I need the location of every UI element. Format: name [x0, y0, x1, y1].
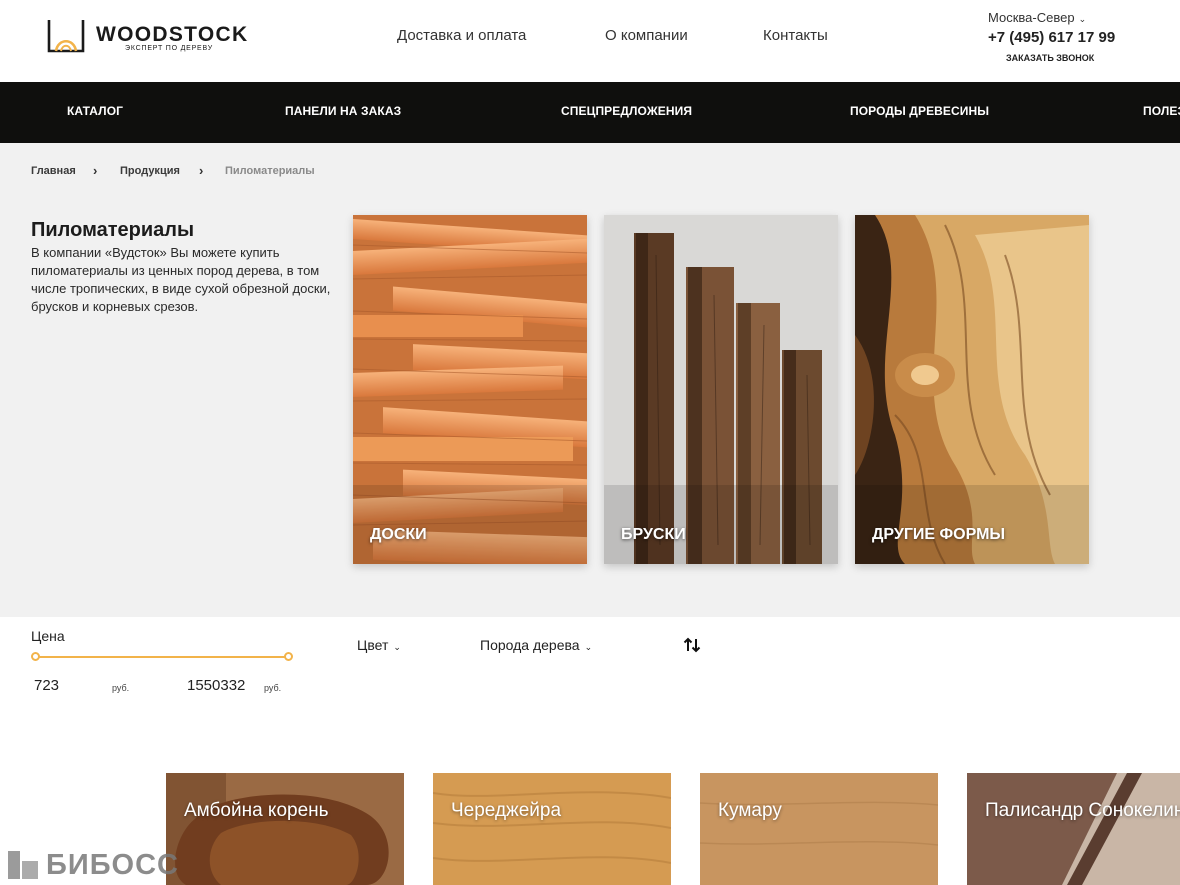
breadcrumb-current: Пиломатериалы: [225, 165, 315, 177]
menu-item-special-offers[interactable]: СПЕЦПРЕДЛОЖЕНИЯ: [561, 104, 692, 118]
wood-species-filter-dropdown[interactable]: Порода дерева ⌄: [480, 637, 592, 653]
price-filter-label: Цена: [31, 628, 65, 644]
price-range-slider[interactable]: [31, 652, 293, 664]
logo-icon: [47, 20, 85, 53]
logo-name: WOODSTOCK: [96, 23, 249, 46]
category-card-label: ДОСКИ: [370, 526, 427, 543]
color-filter-label: Цвет: [357, 637, 389, 653]
category-description: В компании «Вудсток» Вы можете купить пи…: [31, 245, 331, 314]
amboyna-image: [166, 773, 404, 885]
slider-track: [35, 656, 289, 658]
product-card-sonokeling[interactable]: Палисандр Сонокелинг: [967, 773, 1180, 885]
city-name: Москва-Север: [988, 10, 1075, 25]
page-title: Пиломатериалы: [31, 219, 195, 241]
watermark-logo-icon: [8, 851, 38, 879]
breadcrumb-home[interactable]: Главная: [31, 165, 76, 177]
category-card-label: БРУСКИ: [621, 526, 686, 543]
main-menu: КАТАЛОГ ПАНЕЛИ НА ЗАКАЗ СПЕЦПРЕДЛОЖЕНИЯ …: [0, 82, 1180, 143]
menu-item-useful[interactable]: ПОЛЕЗ: [1143, 104, 1180, 118]
nav-link-about[interactable]: О компании: [605, 27, 688, 44]
price-max-input[interactable]: 1550332: [187, 677, 245, 694]
watermark-text: БИБОСС: [46, 849, 179, 881]
chevron-down-icon: ⌄: [1078, 14, 1087, 24]
chevron-right-icon: ›: [93, 163, 98, 178]
phone-number[interactable]: +7 (495) 617 17 99: [988, 29, 1115, 46]
category-card-boards[interactable]: ДОСКИ: [353, 215, 587, 564]
cherejeira-image: [433, 773, 671, 885]
boards-image: [353, 215, 587, 564]
menu-item-panels[interactable]: ПАНЕЛИ НА ЗАКАЗ: [285, 104, 401, 118]
sonokeling-image: [967, 773, 1180, 885]
city-selector[interactable]: Москва-Север ⌄: [988, 10, 1086, 25]
product-title: Кумару: [718, 800, 782, 821]
callback-link[interactable]: ЗАКАЗАТЬ ЗВОНОК: [1006, 53, 1094, 63]
chevron-right-icon: ›: [199, 163, 204, 178]
nav-link-contacts[interactable]: Контакты: [763, 27, 828, 44]
product-card-cherejeira[interactable]: Череджейра: [433, 773, 671, 885]
cumaru-image: [700, 773, 938, 885]
logo[interactable]: WOODSTOCK ЭКСПЕРТ ПО ДЕРЕВУ: [46, 18, 249, 58]
breadcrumb-products[interactable]: Продукция: [120, 165, 180, 177]
currency-label: руб.: [264, 683, 282, 693]
category-card-bars[interactable]: БРУСКИ: [604, 215, 838, 564]
category-card-label: ДРУГИЕ ФОРМЫ: [872, 526, 1006, 543]
logo-tagline: ЭКСПЕРТ ПО ДЕРЕВУ: [125, 45, 214, 52]
product-title: Череджейра: [451, 800, 562, 821]
bars-image: [604, 215, 838, 564]
slider-max-handle[interactable]: [284, 652, 293, 661]
chevron-down-icon: ⌄: [393, 642, 401, 652]
wood-species-filter-label: Порода дерева: [480, 637, 580, 653]
menu-item-catalog[interactable]: КАТАЛОГ: [67, 104, 123, 118]
slider-min-handle[interactable]: [31, 652, 40, 661]
product-card-cumaru[interactable]: Кумару: [700, 773, 938, 885]
nav-link-delivery[interactable]: Доставка и оплата: [397, 27, 526, 44]
sort-icon[interactable]: [682, 635, 702, 655]
currency-label: руб.: [112, 683, 130, 693]
site-header: WOODSTOCK ЭКСПЕРТ ПО ДЕРЕВУ Доставка и о…: [0, 0, 1180, 82]
category-section: Главная › Продукция › Пиломатериалы Пило…: [0, 143, 1180, 617]
color-filter-dropdown[interactable]: Цвет ⌄: [357, 637, 401, 653]
category-card-other-forms[interactable]: ДРУГИЕ ФОРМЫ: [855, 215, 1089, 564]
price-min-input[interactable]: 723: [34, 677, 59, 694]
product-card-amboyna[interactable]: Амбойна корень: [166, 773, 404, 885]
product-title: Амбойна корень: [184, 800, 329, 821]
product-title: Палисандр Сонокелинг: [985, 800, 1180, 821]
menu-item-wood-species[interactable]: ПОРОДЫ ДРЕВЕСИНЫ: [850, 104, 989, 118]
root-wood-image: [855, 215, 1089, 564]
chevron-down-icon: ⌄: [584, 642, 593, 652]
